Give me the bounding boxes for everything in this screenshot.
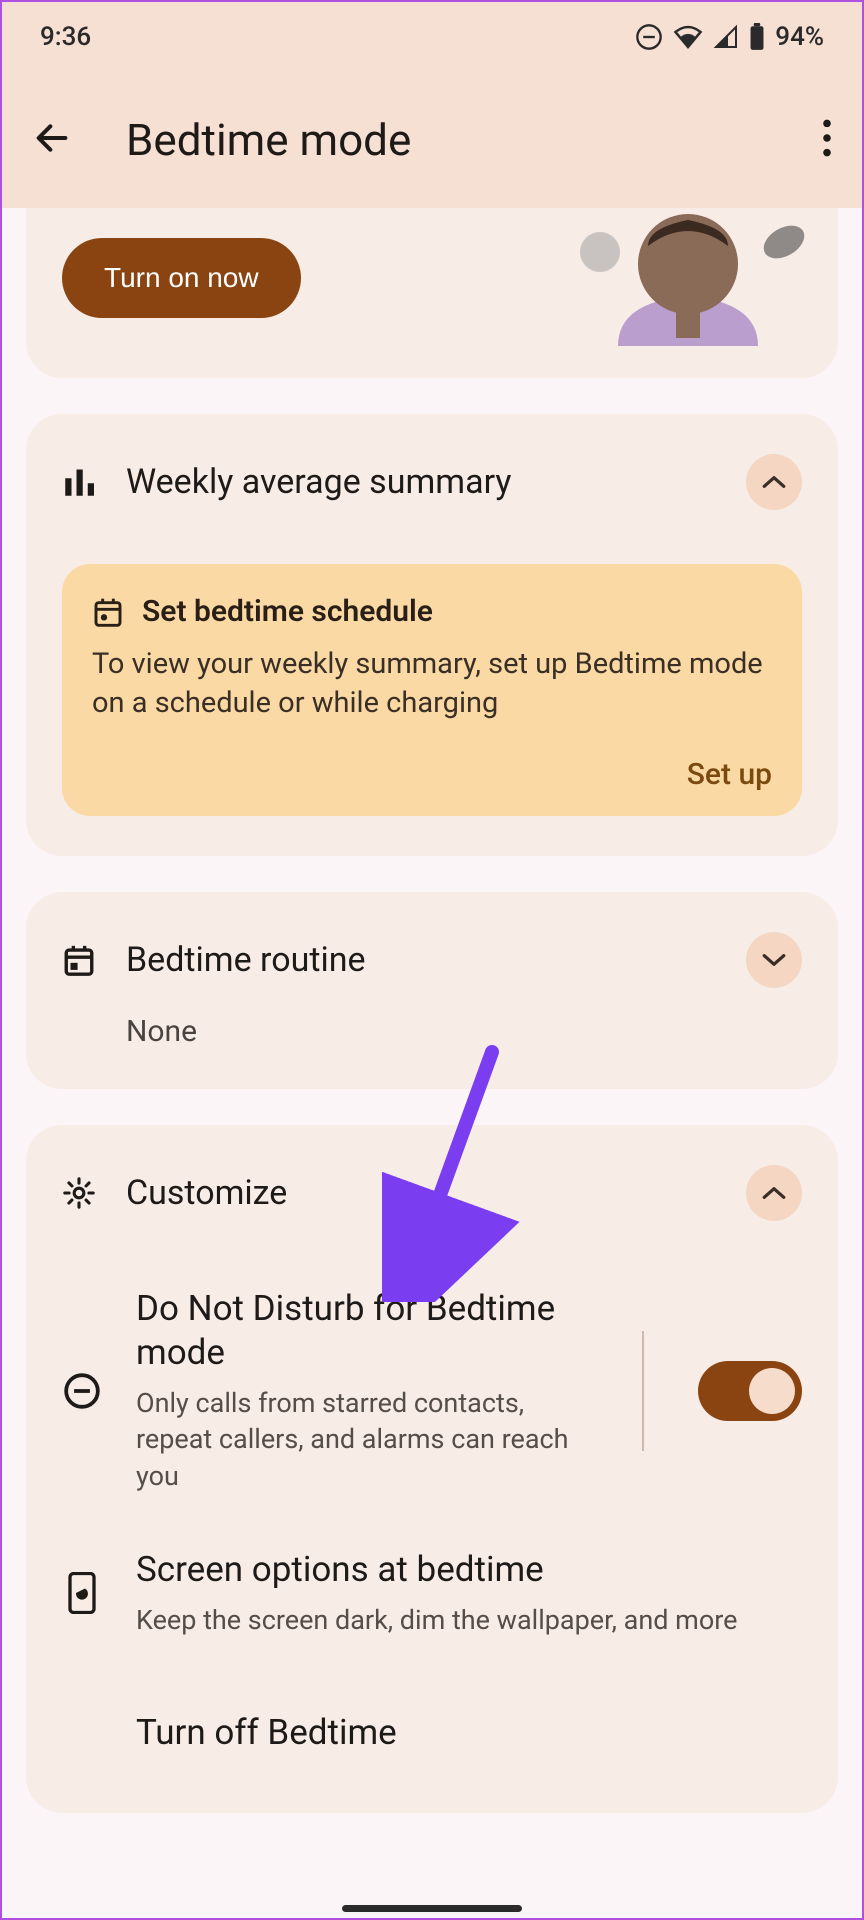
more-vert-icon — [822, 119, 832, 157]
gear-icon — [62, 1175, 96, 1211]
collapse-weekly-button[interactable] — [746, 454, 802, 510]
weekly-summary-title: Weekly average summary — [126, 462, 716, 502]
bar-chart-icon — [64, 468, 94, 496]
signal-icon — [713, 25, 739, 49]
back-button[interactable] — [32, 118, 72, 162]
set-up-button[interactable]: Set up — [687, 757, 772, 792]
arrow-back-icon — [32, 118, 72, 158]
dnd-setting-row[interactable]: Do Not Disturb for Bedtime mode Only cal… — [62, 1287, 802, 1494]
phone-screen-icon — [67, 1572, 97, 1614]
screen-options-title: Screen options at bedtime — [136, 1548, 802, 1592]
turn-on-now-button[interactable]: Turn on now — [62, 238, 301, 318]
chevron-down-icon — [761, 952, 787, 968]
bedtime-illustration — [548, 208, 818, 346]
status-time: 9:36 — [40, 22, 91, 52]
screen-options-desc: Keep the screen dark, dim the wallpaper,… — [136, 1602, 802, 1638]
turn-off-row[interactable]: Turn off Bedtime — [136, 1712, 802, 1753]
dnd-status-icon — [635, 23, 663, 51]
screen-options-row[interactable]: Screen options at bedtime Keep the scree… — [62, 1548, 802, 1638]
overflow-menu-button[interactable] — [822, 119, 832, 161]
set-schedule-banner: Set bedtime schedule To view your weekly… — [62, 564, 802, 816]
weekly-summary-header[interactable]: Weekly average summary — [62, 454, 802, 510]
bedtime-routine-header[interactable]: Bedtime routine — [62, 932, 802, 988]
expand-routine-button[interactable] — [746, 932, 802, 988]
app-bar: Bedtime mode — [2, 72, 862, 208]
gesture-nav-handle[interactable] — [342, 1905, 522, 1912]
chevron-up-icon — [761, 474, 787, 490]
routine-value: None — [126, 1014, 802, 1049]
battery-pct: 94% — [775, 22, 824, 52]
customize-card: Customize Do Not Disturb for Bedtime mod… — [26, 1125, 838, 1813]
wifi-icon — [673, 24, 703, 50]
weekly-summary-card: Weekly average summary Set bedtime sched… — [26, 414, 838, 856]
banner-title: Set bedtime schedule — [142, 594, 433, 629]
calendar-icon — [92, 596, 124, 628]
chevron-up-icon — [761, 1185, 787, 1201]
status-icons: 94% — [635, 22, 824, 52]
dnd-desc: Only calls from starred contacts, repeat… — [136, 1385, 588, 1494]
content-scroll[interactable]: Turn on now Weekly average summary — [2, 208, 862, 1920]
bedtime-routine-title: Bedtime routine — [126, 940, 716, 980]
battery-icon — [749, 23, 765, 51]
collapse-customize-button[interactable] — [746, 1165, 802, 1221]
do-not-disturb-icon — [63, 1372, 101, 1410]
page-title: Bedtime mode — [126, 114, 411, 166]
dnd-title: Do Not Disturb for Bedtime mode — [136, 1287, 588, 1375]
customize-header[interactable]: Customize — [62, 1165, 802, 1221]
divider — [642, 1331, 644, 1451]
customize-title: Customize — [126, 1173, 716, 1213]
dnd-toggle[interactable] — [698, 1361, 802, 1421]
hero-card: Turn on now — [26, 208, 838, 378]
banner-body: To view your weekly summary, set up Bedt… — [92, 645, 772, 723]
status-bar: 9:36 94% — [2, 2, 862, 72]
bedtime-routine-card: Bedtime routine None — [26, 892, 838, 1089]
calendar-event-icon — [62, 943, 96, 977]
